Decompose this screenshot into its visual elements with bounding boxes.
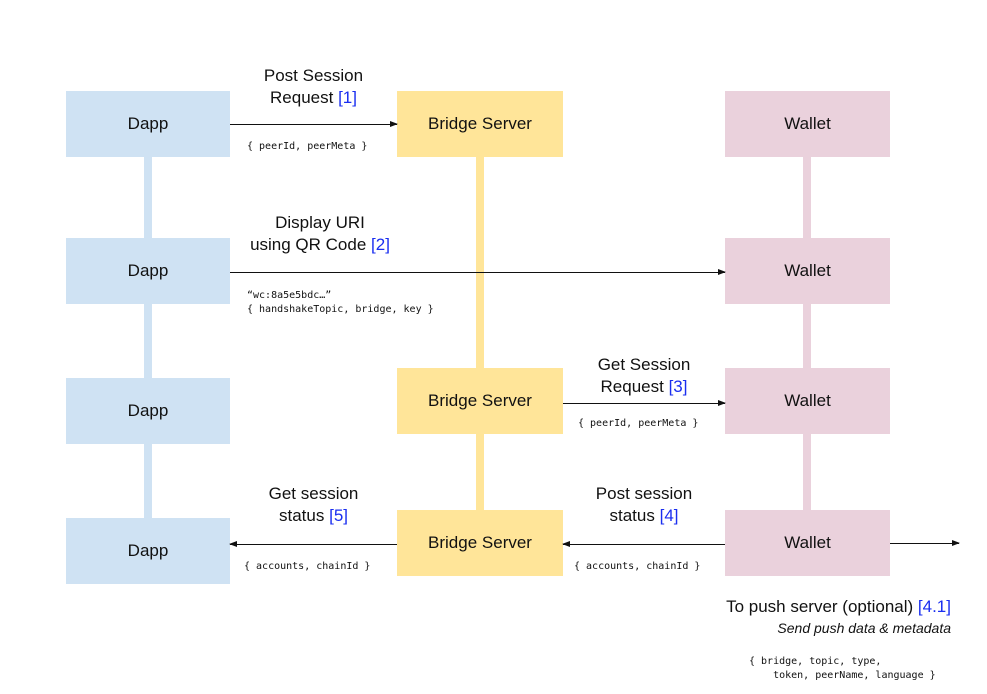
wallet-node: Wallet [725,368,890,434]
step-1-reference: [1] [338,88,357,107]
step-2-reference: [2] [371,235,390,254]
wallet-label: Wallet [784,533,831,552]
push-arrow [890,540,960,546]
step-1-payload: { peerId, peerMeta } [247,141,368,152]
step-1-title-line1: Post Session [263,66,364,85]
step-5-title-line2: status [5] [230,505,397,527]
step-1-label: Post Session Request [1] [230,65,397,109]
bridge-server-label: Bridge Server [428,391,532,410]
step-4-reference: [4] [659,506,679,525]
step-2-payload-params: { handshakeTopic, bridge, key } [247,304,434,315]
push-title: To push server (optional) [4.1] [726,596,951,618]
dapp-label: Dapp [127,261,169,280]
wallet-node: Wallet [725,510,890,576]
step-4-label: Post session status [4] [563,483,725,527]
arrow-head-right-icon [952,540,960,546]
bridge-server-node: Bridge Server [397,91,563,157]
step-4-title-line1: Post session [595,484,693,503]
step-3-reference: [3] [668,377,688,396]
step-2-title-text: using QR Code [250,235,367,254]
step-2-title-line1: Display URI [275,213,365,232]
bridge-server-label: Bridge Server [428,533,532,552]
dapp-node: Dapp [66,378,230,444]
step-2-title-line2: using QR Code [2] [240,234,400,256]
bridge-server-node: Bridge Server [397,368,563,434]
wallet-lifeline [803,157,811,511]
step-3-arrow [563,400,726,406]
arrow-head-right-icon [390,121,398,127]
step-3-payload: { peerId, peerMeta } [578,418,699,429]
step-5-reference: [5] [329,506,348,525]
wallet-label: Wallet [784,261,831,280]
step-5-arrow [229,541,397,547]
step-3-title-text: Request [600,377,664,396]
arrow-head-left-icon [562,541,570,547]
step-5-payload: { accounts, chainId } [244,561,371,572]
arrow-head-right-icon [718,400,726,406]
wallet-label: Wallet [784,114,831,133]
arrow-head-right-icon [718,269,726,275]
push-payload-line1: { bridge, topic, type, [749,656,882,667]
dapp-node: Dapp [66,518,230,584]
dapp-label: Dapp [127,114,169,133]
bridge-server-node: Bridge Server [397,510,563,576]
step-4-title-line2: status [4] [563,505,725,527]
dapp-label: Dapp [127,401,169,420]
step-2-label: Display URI using QR Code [2] [240,212,400,256]
step-1-title-text: Request [270,88,334,107]
dapp-lifeline [144,157,152,519]
bridge-lifeline [476,157,484,511]
step-2-arrow [230,269,726,275]
step-1-title-line2: Request [1] [230,87,397,109]
push-payload-line2: token, peerName, language } [749,670,936,681]
step-5-title-line1: Get session [268,484,359,503]
step-4-title-text: status [609,506,655,525]
wallet-label: Wallet [784,391,831,410]
bridge-server-label: Bridge Server [428,114,532,133]
push-subtitle: Send push data & metadata [777,620,951,636]
step-4-arrow [562,541,725,547]
wallet-node: Wallet [725,238,890,304]
step-3-title-line1: Get Session [597,355,691,374]
step-2-payload-uri: “wc:8a5e5bdc…” [247,290,332,301]
wallet-node: Wallet [725,91,890,157]
step-1-arrow [230,121,398,127]
step-4-payload: { accounts, chainId } [574,561,701,572]
dapp-node: Dapp [66,91,230,157]
step-5-title-text: status [279,506,325,525]
dapp-node: Dapp [66,238,230,304]
step-3-title-line2: Request [3] [563,376,725,398]
step-3-label: Get Session Request [3] [563,354,725,398]
step-5-label: Get session status [5] [230,483,397,527]
dapp-label: Dapp [127,541,169,560]
push-reference: [4.1] [917,597,951,616]
arrow-head-left-icon [229,541,237,547]
push-title-text: To push server (optional) [726,597,914,616]
